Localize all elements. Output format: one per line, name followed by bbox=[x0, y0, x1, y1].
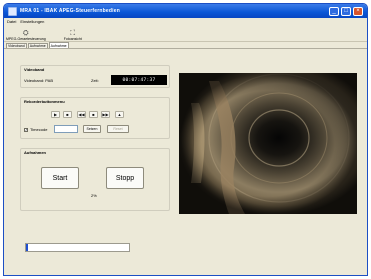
camera-icon: ⛭ bbox=[23, 30, 29, 37]
stop-button[interactable]: ■ bbox=[63, 111, 72, 118]
app-icon bbox=[8, 6, 17, 16]
stop-capture-button[interactable]: Stopp bbox=[106, 167, 144, 189]
capture-group-title: Aufnahmen bbox=[24, 150, 46, 155]
app-window: MRA 01 - IBAK APEG-Steuerfernbedien _ □ … bbox=[3, 3, 368, 276]
timecode-input[interactable] bbox=[54, 125, 78, 133]
videoband-label: Videoband: PAB bbox=[24, 78, 53, 83]
zeit-display: 00:07:47:37 bbox=[111, 75, 167, 85]
timecode-label: Timecode bbox=[30, 127, 48, 132]
title-bar[interactable]: MRA 01 - IBAK APEG-Steuerfernbedien _ □ … bbox=[4, 4, 367, 18]
setzen-button[interactable]: Setzen bbox=[83, 125, 101, 133]
pipe-camera-image bbox=[179, 73, 357, 214]
start-button[interactable]: Start bbox=[41, 167, 79, 189]
toolbar-mpeg-button[interactable]: ⛭ MPEG-Geraetesteuerung bbox=[6, 30, 46, 41]
video-preview bbox=[179, 73, 357, 214]
menu-datei[interactable]: Datei bbox=[7, 19, 16, 24]
zeit-label: Zeit: bbox=[91, 78, 99, 83]
rewind-button[interactable]: ◀◀ bbox=[77, 111, 86, 118]
close-button[interactable]: × bbox=[353, 6, 363, 16]
videoband-group-title: Videoband bbox=[24, 67, 45, 72]
toolbar-foto-label: Fotoansicht bbox=[63, 37, 82, 41]
progress-text: 2% bbox=[91, 193, 97, 198]
toolbar-foto-button[interactable]: ⛶ Fotoansicht bbox=[64, 30, 82, 41]
eject-button[interactable]: ▲ bbox=[115, 111, 124, 118]
menu-bar: Datei Einstellungen bbox=[4, 18, 367, 25]
capture-progress-fill bbox=[26, 244, 29, 251]
pause-button[interactable]: ■ bbox=[89, 111, 98, 118]
recorder-group-title: Rekorderbuttonmenu bbox=[24, 99, 65, 104]
fast-forward-button[interactable]: ▶▶ bbox=[101, 111, 110, 118]
toolbar: ⛭ MPEG-Geraetesteuerung ⛶ Fotoansicht bbox=[4, 25, 367, 42]
photo-icon: ⛶ bbox=[70, 30, 76, 37]
videoband-group: Videoband Videoband: PAB Zeit: 00:07:47:… bbox=[20, 65, 170, 88]
capture-group: Aufnahmen Start Stopp 2% bbox=[20, 148, 170, 211]
capture-progress-bar bbox=[25, 243, 130, 252]
timecode-checkbox[interactable]: ✓ bbox=[24, 128, 28, 132]
toolbar-mpeg-label: MPEG-Geraetesteuerung bbox=[6, 37, 46, 41]
window-title: MRA 01 - IBAK APEG-Steuerfernbedien bbox=[20, 8, 120, 14]
reset-button[interactable]: Reset bbox=[107, 125, 129, 133]
maximize-button[interactable]: □ bbox=[341, 6, 351, 16]
recorder-group: Rekorderbuttonmenu ▶ ■ ◀◀ ■ ▶▶ ▲ ✓ Timec… bbox=[20, 97, 170, 139]
play-button[interactable]: ▶ bbox=[51, 111, 60, 118]
menu-einstellungen[interactable]: Einstellungen bbox=[20, 19, 44, 24]
minimize-button[interactable]: _ bbox=[329, 6, 339, 16]
